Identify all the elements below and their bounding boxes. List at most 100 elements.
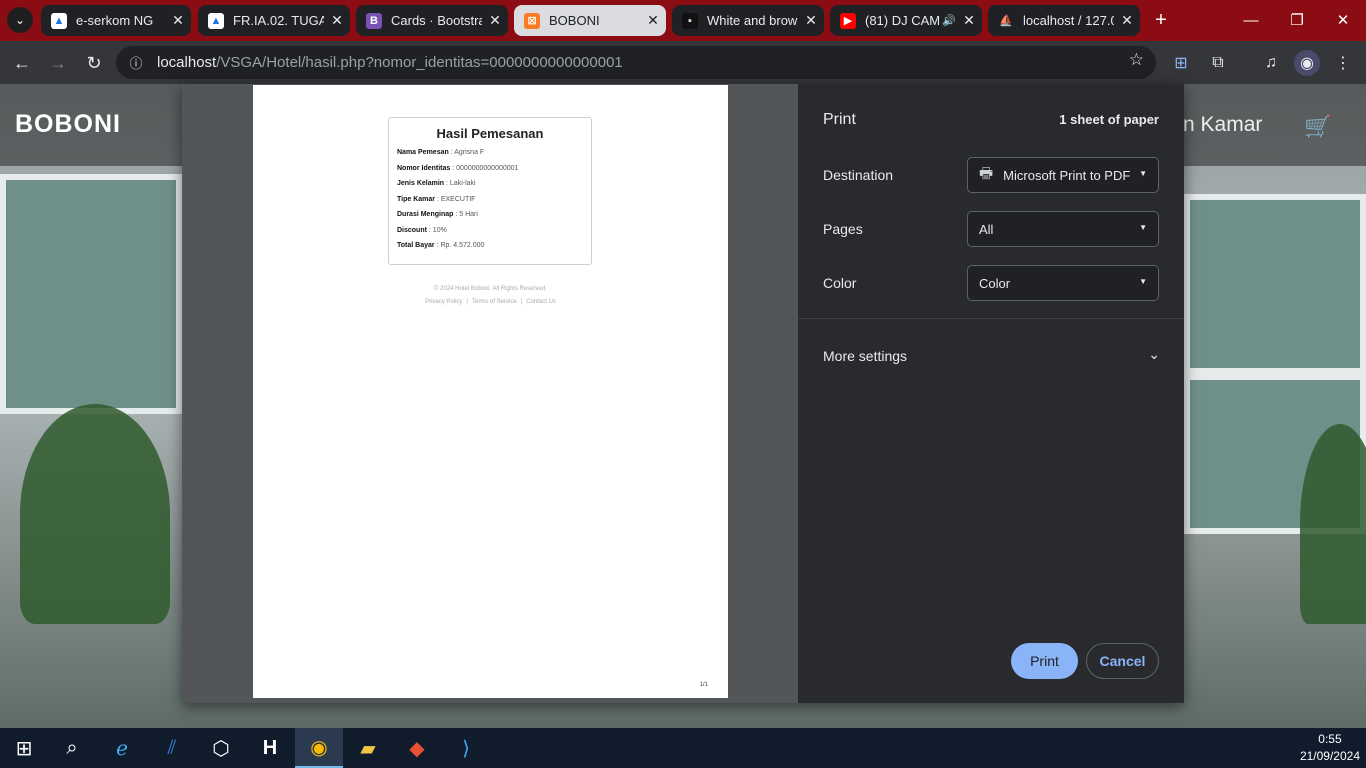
building-image — [0, 174, 182, 414]
chrome-icon[interactable]: ◉ — [295, 728, 343, 768]
dropdown-caret-icon: ▼ — [1139, 223, 1147, 232]
site-brand[interactable]: BOBONI — [15, 110, 121, 139]
close-icon[interactable]: ✕ — [798, 12, 824, 29]
tab-title: White and brown — [707, 13, 798, 28]
git-icon[interactable]: ◆ — [393, 728, 441, 768]
url-text[interactable]: localhost/VSGA/Hotel/hasil.php?nomor_ide… — [157, 54, 623, 71]
vscode-icon[interactable]: ⟩ — [442, 728, 490, 768]
tab-title: BOBONI — [549, 13, 600, 28]
row-nama-pemesan: Nama Pemesan : Agrisna F — [397, 149, 583, 165]
tab-e-serkom[interactable]: ▲ e-serkom NG ✕ — [41, 5, 191, 36]
color-value: Color — [979, 275, 1011, 291]
row-label: Nama Pemesan — [397, 149, 449, 156]
triangle-logo-icon: ▲ — [208, 12, 224, 29]
close-icon[interactable]: ✕ — [324, 12, 350, 29]
tab-strip: ⌄ ▲ e-serkom NG ✕ ▲ FR.IA.02. TUGAS ✕ B … — [0, 0, 1366, 41]
tab-title: (81) DJ CAM — [865, 13, 941, 28]
clock-time: 0:55 — [1318, 732, 1342, 746]
pages-select[interactable]: All ▼ — [967, 211, 1159, 247]
preview-page: Hasil Pemesanan Nama Pemesan : Agrisna F… — [253, 85, 728, 698]
triangle-logo-icon: ▲ — [51, 12, 67, 29]
tab-bootstrap-cards[interactable]: B Cards · Bootstrap ✕ — [356, 5, 508, 36]
nav-link-kamar[interactable]: n Kamar — [1183, 113, 1262, 137]
search-icon[interactable]: ⌕ — [48, 728, 96, 768]
preview-link: Contact Us — [526, 299, 556, 305]
speaker-icon[interactable]: 🔊 — [942, 14, 956, 27]
preview-footer-links: Privacy Policy | Terms of Service | Contact … — [425, 299, 556, 305]
row-durasi-menginap: Durasi Menginap : 5 Hari — [397, 211, 583, 227]
preview-link: Privacy Policy — [425, 299, 463, 305]
internet-explorer-icon[interactable]: ℯ — [98, 728, 146, 768]
tab-title: e-serkom NG — [76, 13, 154, 28]
destination-value: Microsoft Print to PDF — [1003, 167, 1131, 183]
forward-arrow-icon[interactable]: → — [44, 49, 72, 77]
tab-white-and-brown[interactable]: ▪ White and brown ✕ — [672, 5, 824, 36]
browser-toolbar: ← → ↻ ⓘ localhost/VSGA/Hotel/hasil.php?n… — [0, 41, 1366, 84]
new-tab-plus-icon[interactable]: + — [1149, 8, 1173, 32]
cart-icon[interactable]: 🛒 — [1304, 114, 1331, 140]
tab-title: Cards · Bootstrap — [391, 13, 482, 28]
phpmyadmin-icon: ⛵ — [999, 15, 1013, 27]
row-tipe-kamar: Tipe Kamar : EXECUTIF — [397, 196, 583, 212]
row-value: : Laki-laki — [446, 180, 476, 187]
preview-page-number: 1/1 — [699, 682, 708, 688]
site-info-icon[interactable]: ⓘ — [124, 51, 148, 75]
close-icon[interactable]: ✕ — [482, 12, 508, 29]
extensions-puzzle-icon[interactable]: ⧉ — [1205, 50, 1231, 76]
palm-tree-image — [20, 404, 170, 624]
print-dialog: Hasil Pemesanan Nama Pemesan : Agrisna F… — [182, 84, 1184, 703]
windows-start-icon[interactable]: ⊞ — [0, 728, 48, 768]
cancel-button[interactable]: Cancel — [1086, 643, 1159, 679]
row-value: : Agrisna F — [450, 149, 485, 156]
minimize-icon[interactable]: — — [1228, 6, 1274, 34]
card-title: Hasil Pemesanan — [436, 126, 544, 141]
pages-value: All — [979, 221, 994, 237]
color-select[interactable]: Color ▼ — [967, 265, 1159, 301]
system-clock[interactable]: 0:55 21/09/2024 — [1300, 731, 1360, 765]
close-icon[interactable]: ✕ — [1114, 12, 1140, 29]
tab-youtube[interactable]: ▶ (81) DJ CAM 🔊 ✕ — [830, 5, 982, 36]
restore-icon[interactable]: ❐ — [1274, 6, 1320, 34]
printer-icon: 🖶 — [979, 164, 994, 182]
cube-app-icon[interactable]: ⬡ — [197, 728, 245, 768]
row-label: Jenis Kelamin — [397, 180, 445, 187]
chevron-down-icon[interactable]: ⌄ — [1148, 346, 1160, 363]
close-icon[interactable]: ✕ — [956, 12, 982, 29]
sheet-count: 1 sheet of paper — [1059, 112, 1159, 127]
print-title: Print — [823, 111, 856, 128]
reload-icon[interactable]: ↻ — [80, 49, 108, 77]
building-image — [1184, 194, 1366, 374]
row-label: Discount — [397, 226, 427, 234]
clock-date: 21/09/2024 — [1299, 749, 1360, 763]
pages-label: Pages — [823, 221, 863, 237]
tab-fr-ia02[interactable]: ▲ FR.IA.02. TUGAS ✕ — [198, 5, 350, 36]
file-explorer-icon[interactable]: ▰ — [344, 728, 392, 768]
row-label: Nomor Identitas — [397, 164, 451, 172]
close-icon[interactable]: ✕ — [640, 12, 666, 29]
tab-phpmyadmin[interactable]: ⛵ localhost / 127.0 ✕ — [988, 5, 1140, 36]
row-discount: Discount : 10% — [397, 227, 583, 243]
window-close-icon[interactable]: ✕ — [1320, 6, 1366, 34]
more-settings-toggle[interactable]: More settings — [823, 348, 907, 364]
row-value: : 10% — [428, 226, 447, 234]
back-arrow-icon[interactable]: ← — [8, 49, 36, 77]
row-label: Durasi Menginap — [397, 211, 454, 218]
bookmark-star-icon[interactable]: ☆ — [1129, 50, 1144, 70]
tab-boboni[interactable]: ⊠ BOBONI ✕ — [514, 5, 666, 36]
tab-title: localhost / 127.0 — [1023, 13, 1114, 28]
address-bar[interactable]: ⓘ localhost/VSGA/Hotel/hasil.php?nomor_i… — [116, 46, 1156, 79]
print-button[interactable]: Print — [1011, 643, 1078, 679]
h-app-icon[interactable]: H — [246, 728, 294, 768]
tab-search-chevron-icon[interactable]: ⌄ — [7, 7, 33, 33]
google-translate-icon[interactable]: ⊞ — [1168, 50, 1194, 76]
url-host: localhost — [157, 54, 217, 71]
kebab-menu-icon[interactable]: ⋮ — [1330, 50, 1356, 76]
row-label: Tipe Kamar — [397, 195, 435, 203]
destination-select[interactable]: 🖶 Microsoft Print to PDF ▼ — [967, 157, 1159, 193]
settings-divider — [798, 318, 1184, 319]
row-value: : 5 Hari — [455, 211, 478, 218]
close-icon[interactable]: ✕ — [165, 12, 191, 29]
media-control-icon[interactable]: ♫ — [1258, 50, 1284, 76]
profile-avatar[interactable]: ◉ — [1294, 50, 1320, 76]
dev-tool-icon[interactable]: ⫽ — [148, 728, 196, 768]
